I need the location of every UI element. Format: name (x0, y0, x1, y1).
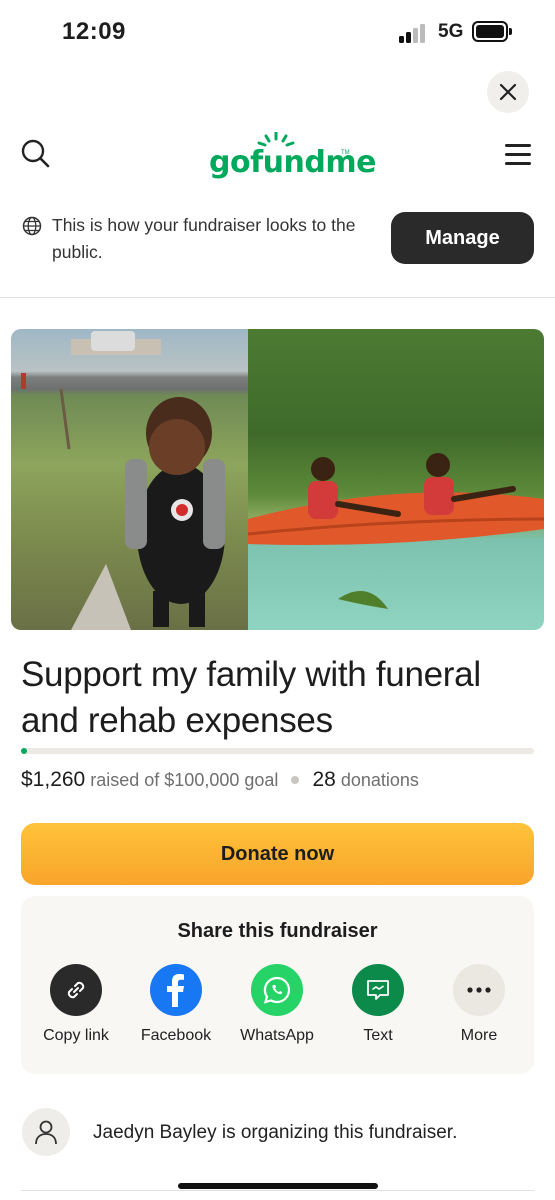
status-time: 12:09 (62, 18, 126, 45)
fundraiser-title: Support my family with funeral and rehab… (21, 655, 481, 740)
message-icon (367, 980, 389, 1000)
share-label: Copy link (43, 1027, 109, 1044)
divider (21, 1190, 534, 1191)
network-label: 5G (438, 21, 464, 42)
share-title: Share this fundraiser (177, 920, 378, 942)
separator-dot (291, 775, 300, 784)
donate-button[interactable]: Donate now (21, 823, 534, 885)
manage-button[interactable]: Manage (391, 212, 534, 264)
status-bar: 12:09 5G (0, 0, 555, 64)
link-icon (67, 981, 85, 999)
close-button[interactable] (487, 71, 529, 113)
whatsapp-icon (263, 976, 291, 1004)
share-label: More (460, 1027, 498, 1044)
facebook-icon (167, 974, 184, 1007)
share-text[interactable]: Text (333, 964, 423, 1045)
fundraiser-hero-image[interactable] (11, 329, 544, 630)
child-photo (11, 329, 248, 630)
globe-icon (22, 216, 42, 236)
search-icon (21, 139, 50, 168)
public-view-notice: This is how your fundraiser looks to the… (0, 198, 555, 298)
donations-label: donations (340, 770, 419, 790)
more-icon (467, 987, 491, 993)
signal-icon (399, 23, 429, 43)
organizer-text: Jaedyn Bayley is organizing this fundrai… (93, 1122, 458, 1143)
share-label: WhatsApp (240, 1027, 314, 1044)
home-indicator[interactable] (178, 1183, 378, 1189)
gofundme-logo[interactable]: gofundme TM (205, 128, 376, 184)
share-label: Facebook (140, 1027, 212, 1044)
donations-count: 28 (312, 768, 336, 791)
goal-text: raised of $100,000 goal (90, 770, 279, 790)
logo-text: gofundme (209, 145, 376, 180)
amount-raised: $1,260 (21, 768, 86, 791)
avatar (22, 1108, 70, 1156)
progress-fill (21, 748, 28, 754)
battery-icon (472, 21, 508, 42)
battery-cap (509, 28, 512, 35)
search-button[interactable] (20, 138, 52, 170)
share-whatsapp[interactable]: WhatsApp (232, 964, 322, 1045)
organizer-row[interactable]: Jaedyn Bayley is organizing this fundrai… (22, 1108, 542, 1156)
person-icon (35, 1120, 57, 1145)
fundraiser-stats: $1,260 raised of $100,000 goal 28 donati… (21, 768, 419, 792)
menu-icon (505, 144, 531, 147)
share-label: Text (363, 1027, 393, 1044)
notice-text: This is how your fundraiser looks to the… (52, 215, 356, 262)
share-copy-link[interactable]: Copy link (31, 964, 121, 1045)
header: gofundme TM (0, 122, 555, 186)
logo-trademark: TM (341, 150, 350, 156)
menu-button[interactable] (505, 144, 531, 166)
kayak-photo (247, 329, 544, 630)
share-more[interactable]: More (434, 964, 524, 1045)
progress-bar (21, 748, 534, 754)
share-facebook[interactable]: Facebook (131, 964, 221, 1045)
share-card: Share this fundraiser Copy link Facebook… (21, 896, 534, 1074)
close-icon (499, 83, 517, 101)
